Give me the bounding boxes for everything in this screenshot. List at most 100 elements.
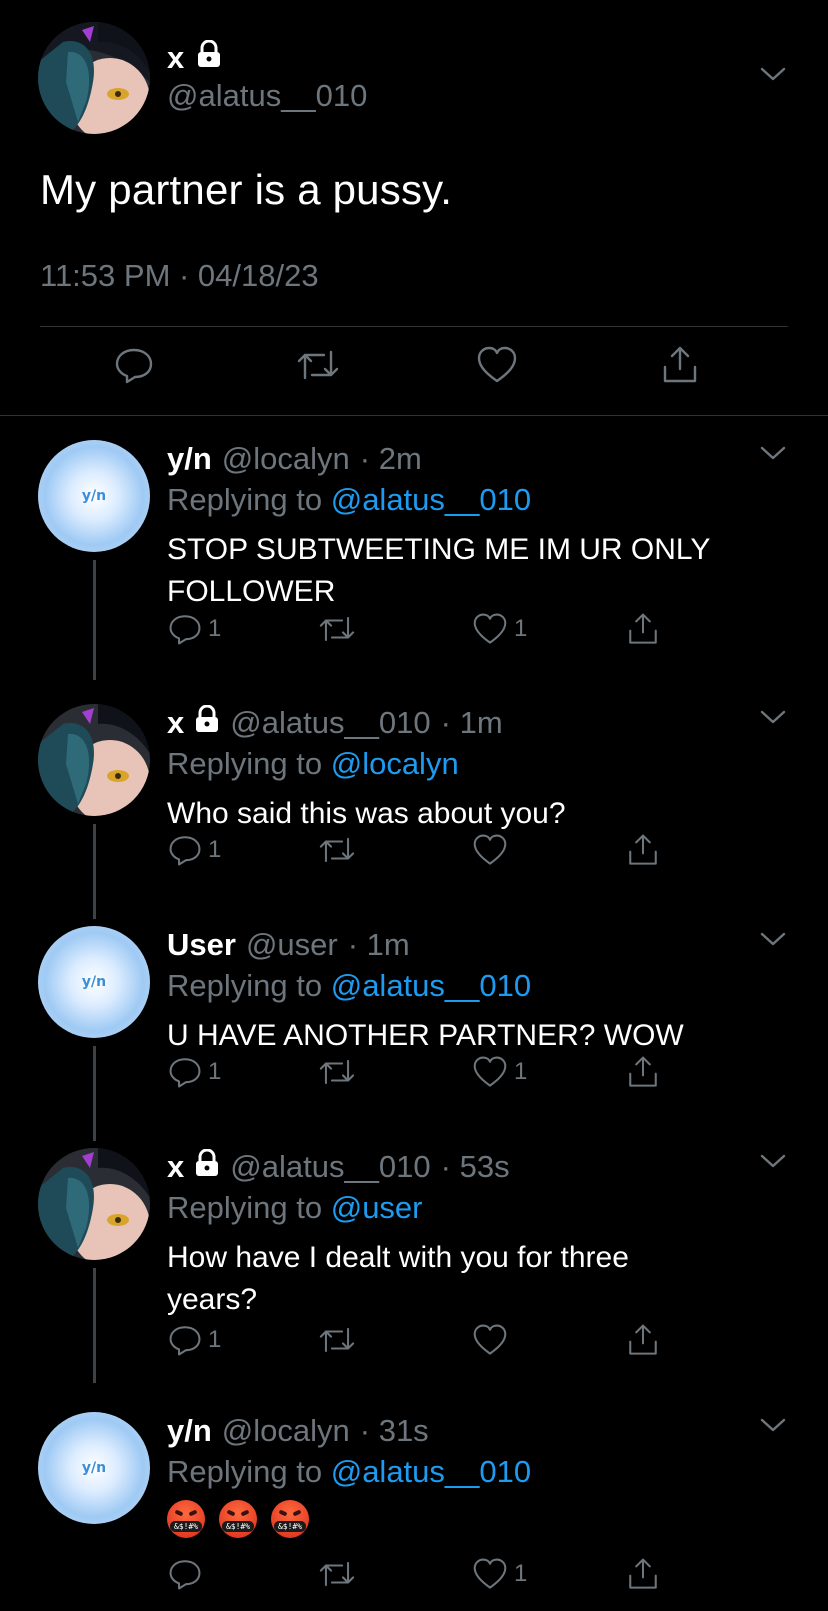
- share-button[interactable]: [626, 612, 660, 646]
- timestamp: · 1m: [347, 927, 410, 962]
- avatar-label: y/n: [81, 1460, 107, 1476]
- emoji-grawlix: &$!#%: [170, 1521, 202, 1532]
- display-name: y/n: [167, 441, 212, 476]
- reply-tweet[interactable]: x @alatus__010 · 1m Replying to @localyn…: [0, 689, 828, 919]
- reply-text-line: U HAVE ANOTHER PARTNER? WOW: [167, 1019, 684, 1052]
- heart-icon: [473, 1324, 507, 1355]
- share-icon: [629, 613, 657, 644]
- timestamp: · 2m: [359, 441, 422, 476]
- reply-text-line: Who said this was about you?: [167, 797, 566, 830]
- like-button[interactable]: 1: [472, 1557, 527, 1591]
- retweet-icon: [319, 837, 355, 863]
- anime-character-avatar-icon: [38, 704, 150, 816]
- avatar[interactable]: y/n: [38, 926, 150, 1038]
- chevron-down-icon[interactable]: [760, 445, 786, 461]
- share-button[interactable]: [626, 1557, 660, 1591]
- reply-button[interactable]: [114, 345, 154, 385]
- retweet-button[interactable]: [318, 612, 356, 646]
- avatar[interactable]: y/n: [38, 440, 150, 552]
- reply-emojis: &$!#% &$!#% &$!#%: [167, 1500, 767, 1538]
- reply-header: y/n @localyn · 2m: [167, 441, 422, 477]
- reply-text-line: years?: [167, 1283, 258, 1316]
- mention-link[interactable]: @localyn: [331, 746, 459, 781]
- share-icon: [629, 834, 657, 865]
- handle[interactable]: @alatus__010: [230, 1149, 430, 1185]
- retweet-button[interactable]: [318, 1323, 356, 1357]
- reply-button[interactable]: [168, 1557, 202, 1591]
- reply-tweet[interactable]: x @alatus__010 · 53s Replying to @user H…: [0, 1133, 828, 1383]
- divider: [40, 326, 788, 327]
- main-tweet-avatar[interactable]: [38, 22, 150, 134]
- reply-text: Who said this was about you?: [167, 793, 767, 835]
- replying-prefix: Replying to: [167, 1190, 323, 1225]
- reply-text-line: How have I dealt with you for three: [167, 1241, 629, 1274]
- share-icon: [629, 1324, 657, 1355]
- reply-count: 1: [208, 1326, 222, 1353]
- reply-actions: 1: [0, 833, 828, 873]
- mention-link[interactable]: @alatus__010: [331, 968, 531, 1003]
- like-button[interactable]: [472, 833, 508, 867]
- reply-icon: [169, 836, 201, 866]
- handle[interactable]: @user: [246, 927, 338, 963]
- share-button[interactable]: [626, 1323, 660, 1357]
- share-icon: [663, 346, 697, 383]
- retweet-icon: [319, 616, 355, 642]
- reply-text: U HAVE ANOTHER PARTNER? WOW: [167, 1015, 767, 1057]
- like-button[interactable]: [472, 1323, 508, 1357]
- share-button[interactable]: [626, 833, 660, 867]
- reply-button[interactable]: 1: [168, 1323, 221, 1357]
- share-icon: [629, 1558, 657, 1589]
- retweet-button[interactable]: [318, 1557, 356, 1591]
- handle[interactable]: @alatus__010: [230, 705, 430, 741]
- replying-to: Replying to @alatus__010: [167, 1454, 531, 1490]
- reply-text: How have I dealt with you for three years…: [167, 1237, 767, 1321]
- reply-tweet[interactable]: y/n y/n @localyn · 31s Replying to @alat…: [0, 1397, 828, 1611]
- reply-button[interactable]: 1: [168, 833, 221, 867]
- chevron-down-icon[interactable]: [760, 709, 786, 725]
- retweet-button[interactable]: [296, 345, 340, 385]
- avatar[interactable]: [38, 704, 150, 816]
- mention-link[interactable]: @alatus__010: [331, 1454, 531, 1489]
- reply-tweet[interactable]: y/n y/n @localyn · 2m Replying to @alatu…: [0, 425, 828, 680]
- reply-icon: [115, 348, 153, 384]
- chevron-down-icon[interactable]: [760, 931, 786, 947]
- main-tweet-handle[interactable]: @alatus__010: [167, 78, 367, 114]
- reply-button[interactable]: 1: [168, 1055, 221, 1089]
- chevron-down-icon[interactable]: [760, 1153, 786, 1169]
- handle[interactable]: @localyn: [222, 1413, 350, 1449]
- chevron-down-icon[interactable]: [760, 1417, 786, 1433]
- lock-icon: [196, 39, 222, 76]
- share-button[interactable]: [626, 1055, 660, 1089]
- retweet-button[interactable]: [318, 833, 356, 867]
- reply-text: STOP SUBTWEETING ME IM UR ONLY FOLLOWER: [167, 529, 767, 613]
- like-button[interactable]: 1: [472, 1055, 527, 1089]
- share-button[interactable]: [660, 345, 700, 385]
- reply-button[interactable]: 1: [168, 612, 221, 646]
- mention-link[interactable]: @alatus__010: [331, 482, 531, 517]
- retweet-button[interactable]: [318, 1055, 356, 1089]
- handle[interactable]: @localyn: [222, 441, 350, 477]
- like-count: 1: [514, 615, 528, 642]
- main-tweet-actions: [0, 345, 828, 395]
- reply-tweet[interactable]: y/n User @user · 1m Replying to @alatus_…: [0, 911, 828, 1141]
- angry-swearing-emoji-icon: &$!#%: [219, 1500, 257, 1538]
- heart-icon: [473, 613, 507, 644]
- angry-swearing-emoji-icon: &$!#%: [167, 1500, 205, 1538]
- replying-to: Replying to @alatus__010: [167, 482, 531, 518]
- avatar[interactable]: y/n: [38, 1412, 150, 1524]
- like-count: 1: [514, 1058, 528, 1085]
- like-button[interactable]: 1: [472, 612, 527, 646]
- heart-icon: [473, 1558, 507, 1589]
- reply-count: 1: [208, 615, 222, 642]
- reply-count: 1: [208, 836, 222, 863]
- chevron-down-icon[interactable]: [760, 66, 786, 82]
- like-button[interactable]: [476, 345, 518, 385]
- heart-icon: [473, 1056, 507, 1087]
- replying-prefix: Replying to: [167, 1454, 323, 1489]
- mention-link[interactable]: @user: [331, 1190, 423, 1225]
- reply-text-line: FOLLOWER: [167, 575, 336, 608]
- retweet-icon: [319, 1561, 355, 1587]
- avatar[interactable]: [38, 1148, 150, 1260]
- emoji-grawlix: &$!#%: [222, 1521, 254, 1532]
- anime-character-avatar-icon: [38, 22, 150, 134]
